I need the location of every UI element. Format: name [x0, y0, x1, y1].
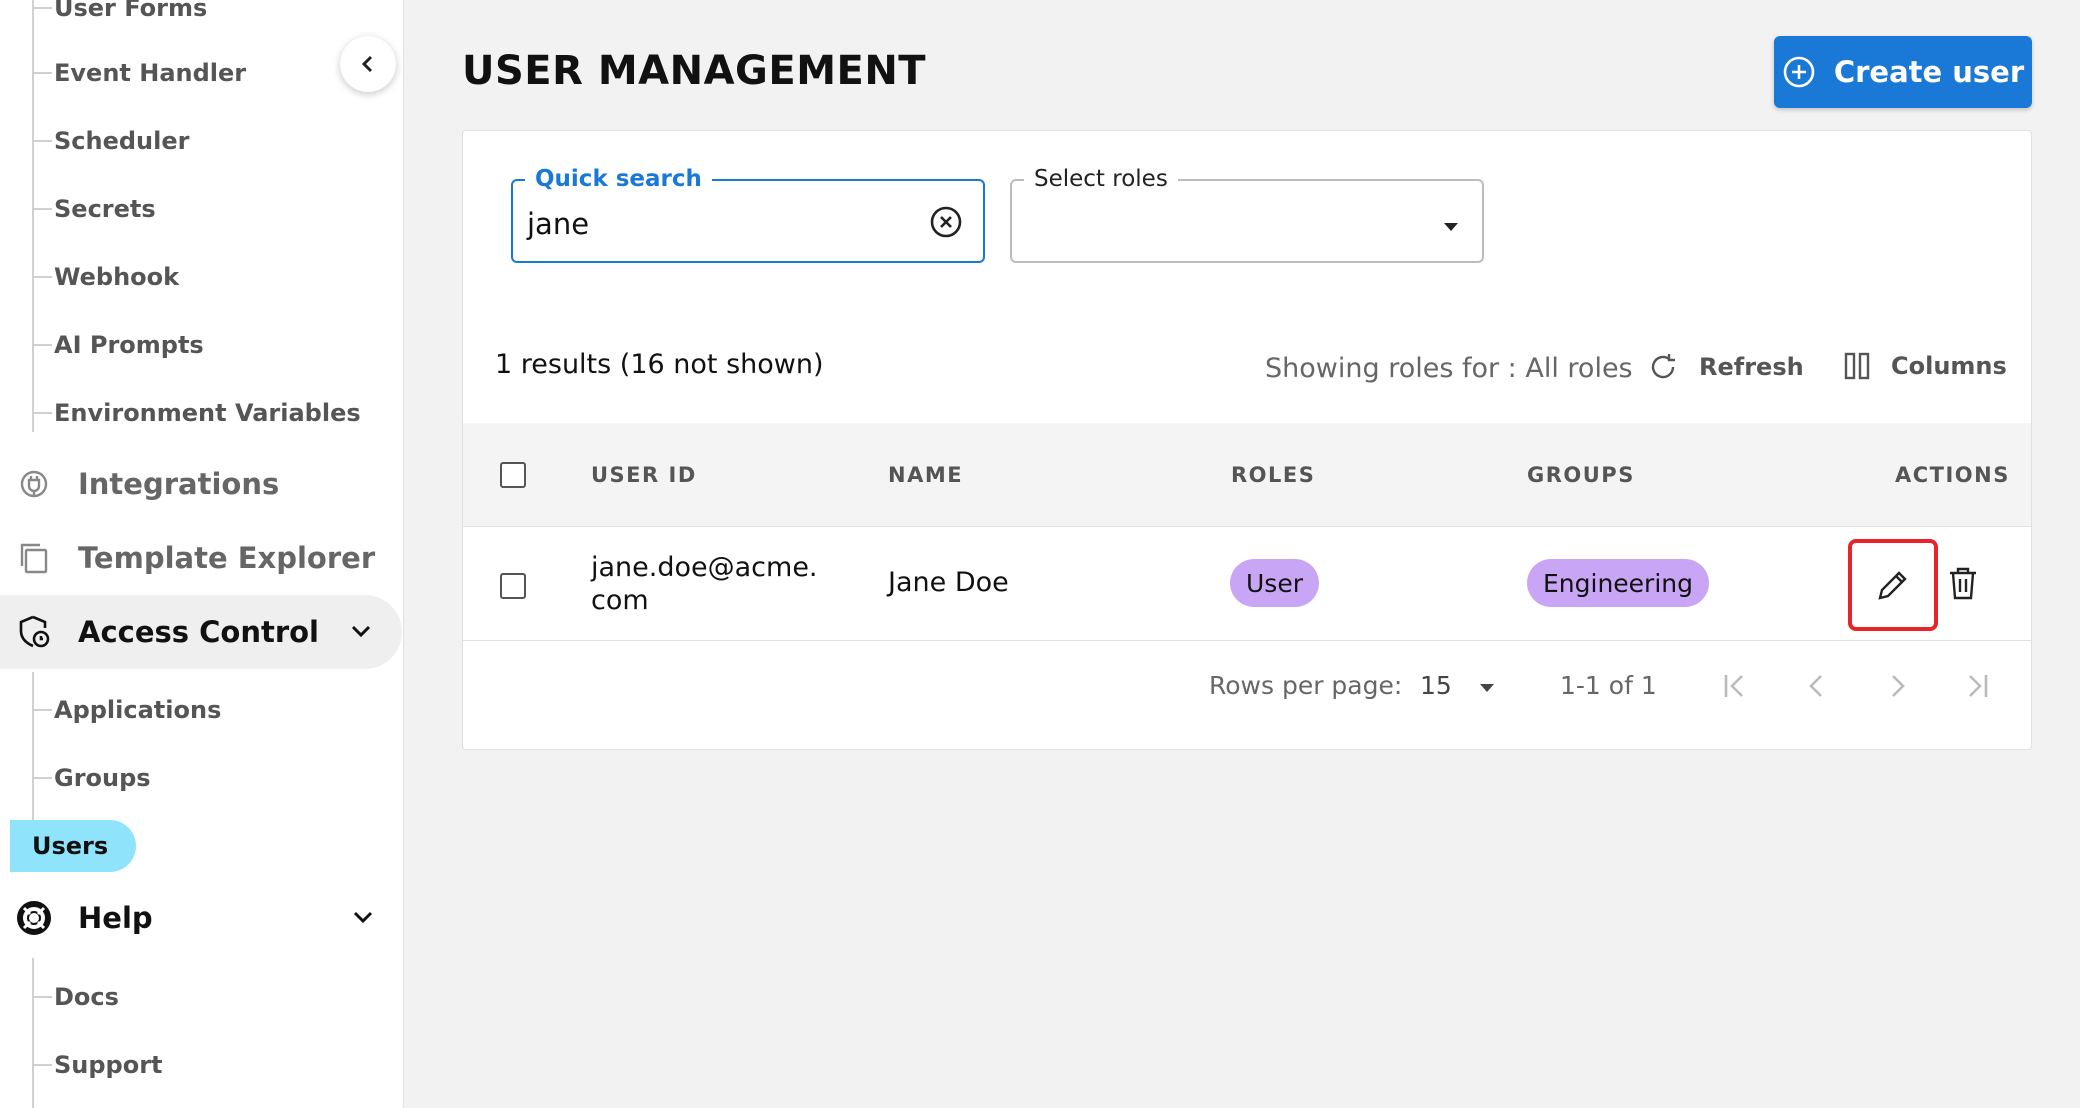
pencil-icon	[1878, 571, 1907, 600]
trash-icon	[1950, 567, 1976, 600]
column-header-name[interactable]: NAME	[888, 463, 963, 487]
sidebar-item-users[interactable]: Users	[10, 820, 137, 872]
sidebar-item-label: Scheduler	[54, 127, 190, 155]
sidebar-item-access-control[interactable]: Access Control	[0, 595, 402, 669]
copy-icon	[16, 540, 52, 576]
chevron-left-icon	[361, 55, 373, 73]
sidebar-item-label: Integrations	[78, 467, 280, 501]
sidebar-item-label: User Forms	[54, 0, 208, 22]
rows-per-page-select[interactable]: 15	[1420, 671, 1452, 700]
quick-search-value: jane	[527, 207, 590, 241]
column-header-actions: ACTIONS	[1895, 463, 2010, 487]
pagination-range: 1-1 of 1	[1560, 671, 1657, 700]
quick-search-input[interactable]: Quick search jane	[511, 165, 985, 263]
select-roles-label: Select roles	[1024, 165, 1178, 193]
shield-lock-icon	[16, 614, 52, 650]
columns-button[interactable]: Columns	[1843, 351, 2007, 381]
sidebar-item-label: Docs	[54, 983, 119, 1011]
caret-down-icon	[1442, 217, 1460, 236]
rows-per-page-label: Rows per page:	[1209, 671, 1403, 700]
chevron-left-icon	[1809, 675, 1822, 697]
roles-filter-summary: Showing roles for : All roles	[1265, 353, 1633, 384]
create-user-button[interactable]: Create user	[1774, 36, 2032, 108]
group-chip: Engineering	[1527, 559, 1709, 607]
column-header-groups[interactable]: GROUPS	[1527, 463, 1635, 487]
caret-down-icon[interactable]	[1478, 683, 1496, 693]
sidebar-item-environment-variables[interactable]: Environment Variables	[32, 389, 361, 437]
table-header: USER ID NAME ROLES GROUPS ACTIONS	[463, 423, 2031, 527]
sidebar-item-label: Secrets	[54, 195, 156, 223]
sidebar-item-label: Groups	[54, 764, 151, 792]
last-page-button[interactable]	[1963, 671, 1991, 701]
first-page-icon	[1724, 675, 1743, 697]
previous-page-button[interactable]	[1803, 671, 1831, 701]
sidebar-item-help[interactable]: Help	[0, 881, 404, 955]
clear-search-icon[interactable]	[929, 205, 963, 243]
page-title: USER MANAGEMENT	[462, 48, 927, 94]
sidebar-item-label: Help	[78, 901, 153, 935]
sidebar-item-label: Applications	[54, 696, 222, 724]
refresh-button[interactable]: Refresh	[1647, 351, 1804, 383]
columns-icon	[1843, 351, 1871, 381]
sidebar-item-label: Event Handler	[54, 59, 247, 87]
name-cell: Jane Doe	[888, 567, 1009, 598]
column-header-roles[interactable]: ROLES	[1231, 463, 1315, 487]
sidebar-item-label: Webhook	[54, 263, 180, 291]
sidebar-item-label: Support	[54, 1051, 163, 1079]
column-header-user-id[interactable]: USER ID	[591, 463, 697, 487]
select-roles-dropdown[interactable]: Select roles	[1010, 165, 1484, 263]
sidebar: User Forms Event Handler Scheduler Secre…	[0, 0, 404, 1108]
sidebar-item-support[interactable]: Support	[32, 1041, 163, 1089]
row-checkbox[interactable]	[500, 573, 526, 599]
sidebar-item-docs[interactable]: Docs	[32, 973, 119, 1021]
chevron-down-icon	[348, 617, 374, 651]
results-count: 1 results (16 not shown)	[495, 349, 824, 380]
lifebuoy-icon	[16, 900, 52, 936]
sidebar-item-label: Template Explorer	[78, 541, 376, 575]
chevron-right-icon	[1892, 675, 1905, 697]
plus-circle-icon	[1782, 55, 1816, 89]
user-table-card: Quick search jane Select roles 1 results…	[462, 130, 2032, 750]
sidebar-item-ai-prompts[interactable]: AI Prompts	[32, 321, 204, 369]
table-row: jane.doe@acme.com Jane Doe User Engineer…	[463, 527, 2031, 641]
edit-user-button[interactable]	[1848, 539, 1938, 631]
role-chip: User	[1230, 559, 1319, 607]
integrations-icon	[16, 466, 52, 502]
collapse-sidebar-button[interactable]	[340, 36, 396, 92]
select-all-checkbox[interactable]	[500, 462, 526, 488]
chevron-down-icon	[350, 903, 376, 937]
columns-label: Columns	[1891, 352, 2007, 380]
sidebar-item-applications[interactable]: Applications	[32, 686, 221, 734]
create-user-label: Create user	[1833, 55, 2025, 89]
quick-search-label: Quick search	[525, 165, 712, 193]
refresh-label: Refresh	[1699, 353, 1804, 381]
sidebar-item-label: Users	[10, 820, 137, 872]
sidebar-item-label: AI Prompts	[54, 331, 204, 359]
sidebar-item-event-handler[interactable]: Event Handler	[32, 49, 246, 97]
sidebar-item-groups[interactable]: Groups	[32, 754, 151, 802]
next-page-button[interactable]	[1883, 671, 1911, 701]
sidebar-item-secrets[interactable]: Secrets	[32, 185, 156, 233]
sidebar-item-template-explorer[interactable]: Template Explorer	[0, 521, 404, 595]
refresh-icon	[1647, 351, 1679, 383]
sidebar-item-integrations[interactable]: Integrations	[0, 447, 404, 521]
sidebar-item-user-forms[interactable]: User Forms	[32, 0, 207, 32]
last-page-icon	[1969, 675, 1988, 697]
sidebar-item-scheduler[interactable]: Scheduler	[32, 117, 189, 165]
sidebar-item-webhook[interactable]: Webhook	[32, 253, 179, 301]
delete-user-button[interactable]	[1943, 561, 1983, 605]
first-page-button[interactable]	[1721, 671, 1749, 701]
sidebar-item-label: Access Control	[78, 615, 319, 649]
sidebar-item-label: Environment Variables	[54, 399, 361, 427]
user-id-cell: jane.doe@acme.com	[591, 552, 818, 616]
